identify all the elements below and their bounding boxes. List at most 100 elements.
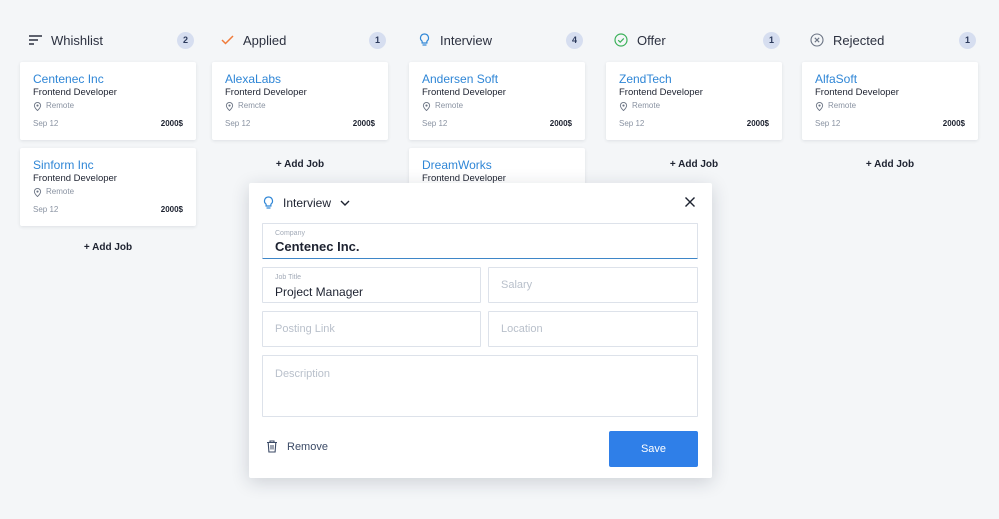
column-header: Whishlist 2 xyxy=(28,30,194,50)
card-meta: Sep 12 2000$ xyxy=(619,119,769,129)
job-card[interactable]: AlexaLabs Fronterd Developer Remcte Sep … xyxy=(212,62,388,140)
card-company: DreamWorks xyxy=(422,158,492,172)
chevron-down-icon xyxy=(339,197,351,209)
x-circle-icon xyxy=(810,33,824,47)
column-count-badge: 1 xyxy=(369,31,386,49)
job-title-field-value: Project Manager xyxy=(275,285,364,299)
location-field[interactable]: Location xyxy=(488,311,698,347)
card-location-text: Remote xyxy=(828,101,857,110)
column-title: Interview xyxy=(440,32,493,48)
card-meta: Sep 12 2000$ xyxy=(33,205,183,215)
card-company: AlexaLabs xyxy=(225,72,282,86)
job-title-field[interactable]: Job Title Project Manager xyxy=(262,267,481,303)
trash-icon xyxy=(266,440,278,453)
card-location: Remote xyxy=(815,101,965,111)
check-circle-icon xyxy=(614,33,628,47)
column-header: Interview 4 xyxy=(417,30,583,50)
card-date: Sep 12 xyxy=(815,119,841,128)
posting-link-placeholder: Posting Link xyxy=(275,323,335,335)
card-role: Frontend Developer xyxy=(33,173,117,184)
status-label: Interview xyxy=(283,196,332,210)
salary-placeholder: Salary xyxy=(501,279,533,291)
card-location-text: Remcte xyxy=(238,101,266,110)
card-company: Centenec Inc xyxy=(33,72,104,86)
column-title: Applied xyxy=(243,32,287,48)
card-salary: 2000$ xyxy=(942,119,965,128)
card-role: Frontend Developer xyxy=(619,87,703,98)
salary-field[interactable]: Salary xyxy=(488,267,698,303)
company-field[interactable]: Company Centenec Inc. xyxy=(262,223,698,259)
card-date: Sep 12 xyxy=(422,119,448,128)
card-company: ZendTech xyxy=(619,72,672,86)
card-location: Remote xyxy=(33,101,183,111)
column-title: Offer xyxy=(637,32,666,48)
close-icon[interactable] xyxy=(684,196,696,208)
column-count-badge: 1 xyxy=(959,31,976,49)
lightbulb-icon xyxy=(417,33,431,47)
card-salary: 2000$ xyxy=(160,205,183,214)
card-meta: Sep 12 2000$ xyxy=(815,119,965,129)
column-count-badge: 1 xyxy=(763,31,780,49)
column-header: Rejected 1 xyxy=(810,30,976,50)
card-role: Fronterd Developer xyxy=(225,87,307,98)
card-company: AlfaSoft xyxy=(815,72,858,86)
card-meta: Sep 12 2000$ xyxy=(33,119,183,129)
card-meta: Sep 12 2000$ xyxy=(225,119,375,129)
column-title: Rejected xyxy=(833,32,885,48)
description-field[interactable]: Description xyxy=(262,355,698,417)
add-job-button[interactable]: + Add Job xyxy=(802,159,978,170)
card-date: Sep 12 xyxy=(225,119,251,128)
remove-button[interactable]: Remove xyxy=(266,440,328,453)
card-meta: Sep 12 2000$ xyxy=(422,119,572,129)
location-pin-icon xyxy=(33,187,42,197)
job-card[interactable]: Sinform Inc Frontend Developer Remote Se… xyxy=(20,148,196,226)
column-title: Whishlist xyxy=(51,32,104,48)
card-location: Remote xyxy=(33,187,183,197)
card-location-text: Remote xyxy=(435,101,464,110)
filter-lines-icon xyxy=(28,33,42,47)
card-location: Remcte xyxy=(225,101,375,111)
card-company: Sinform Inc xyxy=(33,158,94,172)
checkmark-icon xyxy=(220,33,234,47)
job-card[interactable]: Andersen Soft Frontend Developer Remote … xyxy=(409,62,585,140)
location-pin-icon xyxy=(33,101,42,111)
company-field-value: Centenec Inc. xyxy=(275,239,360,254)
lightbulb-icon xyxy=(263,196,274,210)
card-location: Remote xyxy=(619,101,769,111)
location-pin-icon xyxy=(422,101,431,111)
card-salary: 2000$ xyxy=(160,119,183,128)
status-dropdown[interactable]: Interview xyxy=(263,196,351,210)
card-salary: 2000$ xyxy=(352,119,375,128)
card-date: Sep 12 xyxy=(33,119,59,128)
job-card[interactable]: ZendTech Frontend Developer Remote Sep 1… xyxy=(606,62,782,140)
description-placeholder: Description xyxy=(275,368,331,380)
card-salary: 2000$ xyxy=(549,119,572,128)
card-company: Andersen Soft xyxy=(422,72,499,86)
location-placeholder: Location xyxy=(501,323,543,335)
location-pin-icon xyxy=(619,101,628,111)
location-pin-icon xyxy=(225,101,234,111)
card-date: Sep 12 xyxy=(619,119,645,128)
card-date: Sep 12 xyxy=(33,205,59,214)
column-count-badge: 2 xyxy=(177,31,194,49)
card-role: Frontend Developer xyxy=(33,87,117,98)
save-button[interactable]: Save xyxy=(609,431,698,467)
column-header: Offer 1 xyxy=(614,30,780,50)
job-board: Whishlist 2 Centenec Inc Frontend Develo… xyxy=(0,0,999,519)
card-location: Remote xyxy=(422,101,572,111)
column-header: Applied 1 xyxy=(220,30,386,50)
column-count-badge: 4 xyxy=(566,31,583,49)
card-location-text: Remote xyxy=(46,187,75,196)
edit-job-modal: Interview Company Centenec Inc. Job Titl… xyxy=(249,183,712,478)
add-job-button[interactable]: + Add Job xyxy=(212,159,388,170)
location-pin-icon xyxy=(815,101,824,111)
job-card[interactable]: AlfaSoft Frontend Developer Remote Sep 1… xyxy=(802,62,978,140)
add-job-button[interactable]: + Add Job xyxy=(606,159,782,170)
card-location-text: Remote xyxy=(632,101,661,110)
job-card[interactable]: Centenec Inc Frontend Developer Remote S… xyxy=(20,62,196,140)
add-job-button[interactable]: + Add Job xyxy=(20,242,196,253)
card-location-text: Remote xyxy=(46,101,75,110)
posting-link-field[interactable]: Posting Link xyxy=(262,311,481,347)
remove-label: Remove xyxy=(287,440,328,453)
company-field-label: Company xyxy=(275,230,305,237)
